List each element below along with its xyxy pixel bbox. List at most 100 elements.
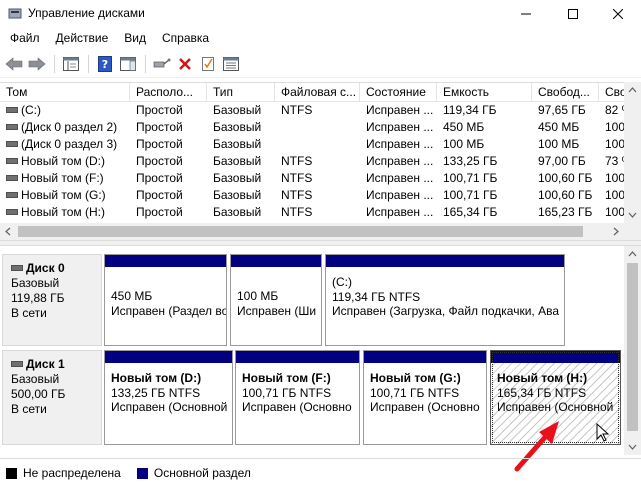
cell-volume: (Диск 0 раздел 2)	[0, 119, 130, 136]
column-header-filesystem[interactable]: Файловая с...	[275, 83, 360, 102]
table-row[interactable]: Новый том (D:) Простой Базовый NTFS Исправен…	[0, 153, 641, 170]
title-bar: Управление дисками	[0, 0, 641, 27]
help-button[interactable]: ?	[94, 53, 116, 75]
partition-title: Новый том (G:)	[370, 371, 461, 385]
scroll-up-icon	[628, 251, 637, 257]
volume-list-rows: (C:) Простой Базовый NTFS Исправен ... 119,34…	[0, 102, 641, 221]
close-button[interactable]	[595, 0, 641, 27]
column-header-layout[interactable]: Располо...	[130, 83, 207, 102]
menu-view[interactable]: Вид	[118, 28, 152, 48]
table-row[interactable]: Новый том (H:) Простой Базовый NTFS Исправен…	[0, 204, 641, 221]
disk-icon	[11, 360, 23, 367]
cell-volume: Новый том (D:)	[0, 153, 130, 170]
table-row[interactable]: Новый том (G:) Простой Базовый NTFS Исправен…	[0, 187, 641, 204]
scroll-left-icon	[5, 227, 11, 236]
table-row[interactable]: Новый том (F:) Простой Базовый NTFS Исправен…	[0, 170, 641, 187]
minimize-button[interactable]	[503, 0, 549, 27]
disk-size: 119,88 ГБ	[11, 291, 65, 305]
legend-swatch-primary	[136, 467, 148, 479]
volume-name: (Диск 0 раздел 2)	[21, 120, 118, 134]
cell-type: Базовый	[213, 103, 262, 117]
disk-icon	[11, 264, 23, 271]
volume-list-vertical-scrollbar[interactable]	[624, 82, 641, 240]
volume-icon	[6, 123, 18, 130]
cell-filesystem: NTFS	[281, 171, 313, 185]
maximize-button[interactable]	[550, 0, 596, 27]
menu-action[interactable]: Действие	[50, 28, 115, 48]
back-button[interactable]	[3, 53, 25, 75]
column-header-capacity[interactable]: Емкость	[437, 83, 532, 102]
partition-size: 450 МБ	[111, 289, 153, 303]
partition-status: Исправен (Основно	[242, 400, 352, 414]
disk-map-vertical-scrollbar[interactable]	[624, 246, 641, 455]
cell-type: Базовый	[213, 120, 262, 134]
cell-free-space: 97,65 ГБ	[538, 103, 586, 117]
partition-status: Исправен (Ши	[237, 303, 317, 318]
cell-capacity: 450 МБ	[443, 120, 485, 134]
table-row[interactable]: (C:) Простой Базовый NTFS Исправен ... 119,34…	[0, 102, 641, 119]
view-list-button[interactable]	[220, 53, 242, 75]
partition-title: Новый том (D:)	[111, 371, 202, 385]
volume-name: Новый том (F:)	[21, 171, 104, 185]
volume-icon	[6, 208, 18, 215]
cell-type: Базовый	[213, 171, 262, 185]
column-header-free-space[interactable]: Свобод...	[532, 83, 599, 102]
disk-info-panel[interactable]: Диск 1 Базовый 500,00 ГБ В сети	[2, 350, 102, 445]
disk-status: В сети	[11, 402, 47, 416]
table-row[interactable]: (Диск 0 раздел 3) Простой Базовый Исправен …	[0, 136, 641, 153]
menu-file[interactable]: Файл	[4, 28, 46, 48]
table-row[interactable]: (Диск 0 раздел 2) Простой Базовый Исправен …	[0, 119, 641, 136]
partition[interactable]: 100 МБ Исправен (Ши	[230, 254, 322, 346]
menu-help[interactable]: Справка	[156, 28, 215, 48]
disk-management-icon	[8, 8, 22, 19]
column-header-type[interactable]: Тип	[207, 83, 275, 102]
volume-list-horizontal-scrollbar[interactable]	[0, 223, 624, 240]
forward-button[interactable]	[26, 53, 48, 75]
disk-info-panel[interactable]: Диск 0 Базовый 119,88 ГБ В сети	[2, 254, 102, 346]
volume-icon	[6, 157, 18, 164]
partition[interactable]: 450 МБ Исправен (Раздел во	[104, 254, 227, 346]
delete-button[interactable]	[174, 53, 196, 75]
partition-status: Исправен (Загрузка, Файл подкачки, Ава	[332, 304, 559, 318]
cell-layout: Простой	[136, 154, 183, 168]
check-list-button[interactable]	[197, 53, 219, 75]
column-header-volume[interactable]: Том	[0, 83, 130, 102]
properties-panel-button[interactable]	[60, 53, 82, 75]
cell-filesystem: NTFS	[281, 188, 313, 202]
cell-volume: (Диск 0 раздел 3)	[0, 136, 130, 153]
cell-status: Исправен ...	[366, 188, 434, 202]
partition-size: 100,71 ГБ NTFS	[370, 385, 460, 400]
horizontal-scroll-thumb[interactable]	[18, 226, 583, 237]
cell-free-space: 100 МБ	[538, 137, 580, 151]
cell-capacity: 100,71 ГБ	[443, 171, 498, 185]
cell-layout: Простой	[136, 103, 183, 117]
connect-disk-button[interactable]	[151, 53, 173, 75]
toolbar-separator	[88, 54, 89, 73]
partition-size: 133,25 ГБ NTFS	[111, 385, 201, 400]
disk-map: Диск 0 Базовый 119,88 ГБ В сети 450 МБ И…	[0, 246, 641, 472]
partition-title: (C:)	[332, 275, 352, 289]
column-header-status[interactable]: Состояние	[360, 83, 437, 102]
partition[interactable]: (C:) 119,34 ГБ NTFS Исправен (Загрузка, …	[325, 254, 565, 346]
volume-list-header: Том Располо... Тип Файловая с... Состоян…	[0, 83, 641, 102]
partition-color-bar	[491, 351, 620, 363]
toolbar: ?	[0, 50, 641, 78]
vertical-scroll-thumb[interactable]	[627, 263, 638, 431]
partition[interactable]: Новый том (D:) 133,25 ГБ NTFS Исправен (…	[104, 350, 233, 445]
legend-swatch-unallocated	[6, 467, 17, 479]
cell-capacity: 119,34 ГБ	[443, 103, 497, 117]
partition-size: 100 МБ	[237, 289, 279, 303]
volume-name: Новый том (H:)	[21, 205, 105, 219]
cell-status: Исправен ...	[366, 171, 434, 185]
cell-status: Исправен ...	[366, 205, 434, 219]
volume-name: Новый том (D:)	[21, 154, 105, 168]
cell-volume: Новый том (F:)	[0, 170, 130, 187]
cell-layout: Простой	[136, 137, 183, 151]
partition-title: Новый том (H:)	[497, 371, 588, 385]
show-pane-button[interactable]	[117, 53, 139, 75]
check-list-icon	[202, 56, 214, 71]
partition[interactable]: Новый том (F:) 100,71 ГБ NTFS Исправен (…	[235, 350, 360, 445]
partition[interactable]: Новый том (G:) 100,71 ГБ NTFS Исправен (…	[363, 350, 487, 445]
menu-bar: Файл Действие Вид Справка	[0, 27, 641, 49]
partition-title: Новый том (F:)	[242, 371, 331, 385]
